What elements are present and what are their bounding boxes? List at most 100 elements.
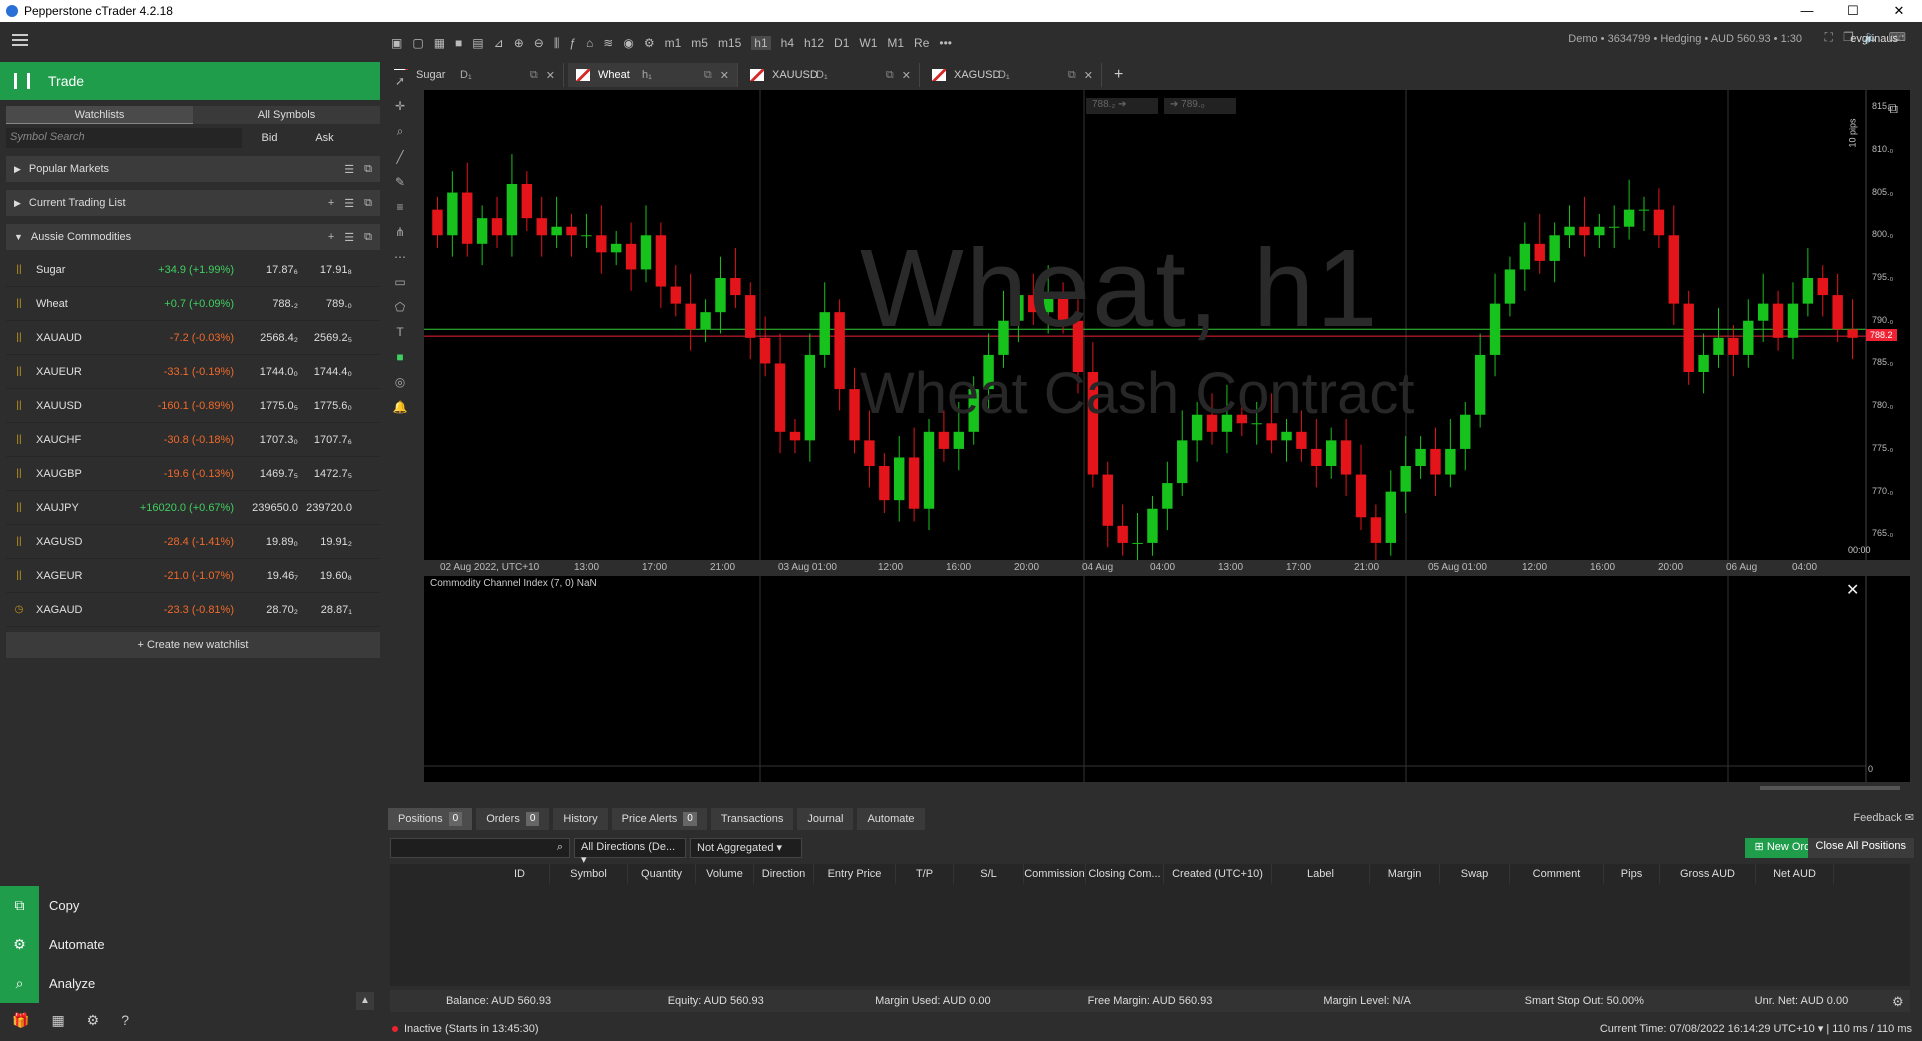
row-bid[interactable]: 1775.0₅ [238, 400, 298, 412]
table-column-header[interactable]: Comment [1510, 864, 1604, 884]
row-ask[interactable]: 1707.7₆ [298, 434, 358, 446]
close-tab-icon[interactable]: ✕ [720, 69, 729, 82]
group-popular-markets[interactable]: ▶ Popular Markets ☰ ⧉ [6, 156, 380, 182]
row-ask[interactable]: 239720.0 [298, 502, 358, 514]
view-icon[interactable]: ◉ [623, 36, 633, 50]
table-column-header[interactable]: Volume [696, 864, 754, 884]
row-bid[interactable]: 19.89₀ [238, 536, 298, 548]
line-icon[interactable]: ╱ [396, 150, 403, 164]
row-ask[interactable]: 19.91₂ [298, 536, 358, 548]
table-column-header[interactable]: Margin [1370, 864, 1440, 884]
group-aussie-commodities[interactable]: ▼ Aussie Commodities + ☰ ⧉ [6, 224, 380, 250]
row-bid[interactable]: 2568.4₂ [238, 332, 298, 344]
list-icon[interactable]: ☰ [344, 231, 354, 244]
chart-tab-timeframe[interactable]: D₁ [816, 69, 856, 81]
row-bid[interactable]: 239650.0 [238, 502, 298, 514]
drag-handle-icon[interactable]: || [12, 502, 26, 513]
bottom-tab[interactable]: Transactions [710, 808, 794, 830]
popout-icon[interactable]: ⧉ [364, 231, 372, 244]
watchlist-row[interactable]: || XAUAUD -7.2 (-0.03%) 2568.4₂ 2569.2₅ [6, 321, 380, 355]
zoom-out-icon[interactable]: ⊖ [534, 36, 544, 50]
analyze-section[interactable]: ⌕ Analyze [0, 964, 380, 1003]
popout-tab-icon[interactable]: ⧉ [1068, 69, 1076, 82]
calendar-icon[interactable]: ▦ [51, 1012, 64, 1029]
close-indicator-icon[interactable]: ✕ [1846, 580, 1859, 600]
row-bid[interactable]: 28.70₂ [238, 604, 298, 616]
bottom-tab[interactable]: Journal [797, 808, 854, 830]
row-bid[interactable]: 1469.7₅ [238, 468, 298, 480]
collapse-icon[interactable]: ▼ [14, 232, 23, 242]
automate-section[interactable]: ⚙ Automate [0, 925, 380, 964]
table-column-header[interactable]: Closing Com... [1086, 864, 1164, 884]
row-ask[interactable]: 19.60₈ [298, 570, 358, 582]
cci-indicator-pane[interactable] [424, 576, 1910, 782]
minimize-button[interactable]: — [1784, 0, 1830, 22]
watchlist-row[interactable]: || XAGUSD -28.4 (-1.41%) 19.89₀ 19.91₂ [6, 525, 380, 559]
zoom-tool-icon[interactable]: ⌕ [397, 124, 404, 139]
close-tab-icon[interactable]: ✕ [1084, 69, 1093, 82]
gift-icon[interactable]: 🎁 [12, 1012, 29, 1029]
chart-type-icon[interactable]: ⊿ [494, 36, 504, 50]
cursor-icon[interactable]: ➚ [395, 74, 405, 88]
chart-tab[interactable]: XAUUSD D₁ ⧉ ✕ [742, 63, 920, 87]
multi-chart-icon[interactable]: ▦ [434, 36, 445, 50]
bottom-tab[interactable]: Positions 0 [388, 808, 473, 830]
timeframe-button[interactable]: h12 [804, 36, 824, 50]
table-column-header[interactable]: Direction [754, 864, 814, 884]
watchlist-row[interactable]: || XAUCHF -30.8 (-0.18%) 1707.3₀ 1707.7₆ [6, 423, 380, 457]
alert-bell-icon[interactable]: 🔔 [393, 400, 408, 414]
add-tab-icon[interactable]: + [1106, 63, 1131, 87]
watchlist-row[interactable]: || XAGEUR -21.0 (-1.07%) 19.46₇ 19.60₈ [6, 559, 380, 593]
table-column-header[interactable]: Net AUD [1756, 864, 1834, 884]
row-ask[interactable]: 1472.7₅ [298, 468, 358, 480]
templates-icon[interactable]: ⌂ [586, 36, 593, 50]
drag-handle-icon[interactable]: || [12, 434, 26, 445]
timeframe-button[interactable]: M1 [887, 36, 904, 50]
row-ask[interactable]: 1744.4₀ [298, 366, 358, 378]
watchlist-row[interactable]: || Wheat +0.7 (+0.09%) 788.₂ 789.₀ [6, 287, 380, 321]
drag-handle-icon[interactable]: || [12, 536, 26, 547]
row-bid[interactable]: 1744.0₀ [238, 366, 298, 378]
watchlist-row[interactable]: || XAUJPY +16020.0 (+0.67%) 239650.0 239720.… [6, 491, 380, 525]
drag-handle-icon[interactable]: || [12, 570, 26, 581]
watchlist-row[interactable]: || Sugar +34.9 (+1.99%) 17.87₆ 17.91₈ [6, 253, 380, 287]
table-column-header[interactable]: Commission [1024, 864, 1086, 884]
help-icon[interactable]: ? [121, 1012, 129, 1029]
status-settings-icon[interactable]: ⚙ [1892, 994, 1904, 1010]
drag-handle-icon[interactable]: || [12, 264, 26, 275]
group-current-trading-list[interactable]: ▶ Current Trading List + ☰ ⧉ [6, 190, 380, 216]
row-bid[interactable]: 1707.3₀ [238, 434, 298, 446]
positions-search-input[interactable]: ⌕ [390, 838, 570, 858]
table-column-header[interactable]: Pips [1604, 864, 1660, 884]
color-icon[interactable]: ■ [396, 350, 403, 364]
watchlist-row[interactable]: || XAUUSD -160.1 (-0.89%) 1775.0₅ 1775.6₀ [6, 389, 380, 423]
drag-handle-icon[interactable]: || [12, 332, 26, 343]
close-tab-icon[interactable]: ✕ [902, 69, 911, 82]
settings-chart-icon[interactable]: ⚙ [644, 36, 655, 50]
row-ask[interactable]: 1775.6₀ [298, 400, 358, 412]
layers-icon[interactable]: ≋ [603, 36, 613, 50]
create-watchlist-button[interactable]: + Create new watchlist [6, 632, 380, 658]
drag-handle-icon[interactable]: || [12, 400, 26, 411]
layout-icon[interactable]: ▤ [472, 36, 483, 50]
table-column-header[interactable]: Entry Price [814, 864, 896, 884]
timeframe-button[interactable]: m1 [665, 36, 682, 50]
collapse-panel-button[interactable]: ▲ [356, 992, 374, 1010]
pen-icon[interactable]: ✎ [395, 175, 405, 189]
row-ask[interactable]: 789.₀ [298, 298, 358, 310]
bottom-tab[interactable]: History [553, 808, 608, 830]
direction-filter[interactable]: All Directions (De... ▾ [574, 838, 686, 866]
zoom-in-icon[interactable]: ⊕ [514, 36, 524, 50]
settings-icon[interactable]: ⚙ [87, 1012, 100, 1029]
symbol-search-input[interactable]: Symbol Search [6, 128, 242, 148]
pitchfork-icon[interactable]: ⋔ [395, 225, 405, 239]
table-column-header[interactable]: T/P [896, 864, 954, 884]
screenshot-icon[interactable]: ◎ [395, 375, 405, 389]
chart-mode-icon[interactable]: ▣ [391, 36, 402, 50]
timeframe-button[interactable]: D1 [834, 36, 849, 50]
table-column-header[interactable]: Quantity [628, 864, 696, 884]
tab-watchlists[interactable]: Watchlists [6, 106, 193, 124]
expand-icon[interactable]: ▶ [14, 198, 21, 209]
watchlist-row[interactable]: ◷ XAGAUD -23.3 (-0.81%) 28.70₂ 28.87₁ [6, 593, 380, 627]
table-column-header[interactable]: Symbol [550, 864, 628, 884]
